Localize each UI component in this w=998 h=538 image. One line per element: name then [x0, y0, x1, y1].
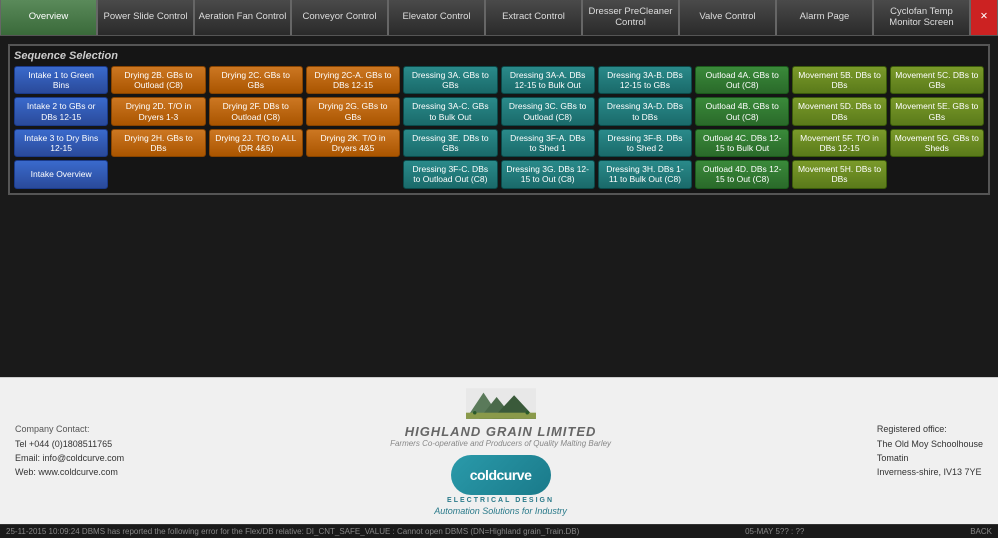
seq-dressing-3fc[interactable]: Dressing 3F-C. DBs to Outload Out (C8) [403, 160, 497, 188]
coldcurve-text: coldcurve [470, 467, 532, 483]
seq-dressing-3e[interactable]: Dressing 3E. DBs to GBs [403, 129, 497, 157]
highland-grain-name: HIGHLAND GRAIN LIMITED [390, 424, 611, 439]
nav-alarm[interactable]: Alarm Page [776, 0, 873, 35]
seq-dressing-3h[interactable]: Dressing 3H. DBs 1-11 to Bulk Out (C8) [598, 160, 692, 188]
highland-grain-icon [390, 386, 611, 424]
coldcurve-circle: coldcurve [451, 455, 551, 495]
nav-extract[interactable]: Extract Control [485, 0, 582, 35]
seq-outload-4b[interactable]: Outload 4B. GBs to Out (C8) [695, 97, 789, 125]
coldcurve-logo: coldcurve ELECTRICAL DESIGN Automation S… [434, 455, 567, 516]
coldcurve-sub: Automation Solutions for Industry [434, 506, 567, 516]
seq-dressing-3ac[interactable]: Dressing 3A-C. GBs to Bulk Out [403, 97, 497, 125]
seq-outload-4c[interactable]: Outload 4C. DBs 12-15 to Bulk Out [695, 129, 789, 157]
seq-drying-2ca[interactable]: Drying 2C-A. GBs to DBs 12-15 [306, 66, 400, 94]
seq-drying-2k[interactable]: Drying 2K. T/O in Dryers 4&5 [306, 129, 400, 157]
status-left: 25-11-2015 10:09:24 DBMS has reported th… [6, 527, 579, 536]
seq-dressing-3g[interactable]: Dressing 3G. DBs 12-15 to Out (C8) [501, 160, 595, 188]
seq-movement-5e[interactable]: Movement 5E. GBs to GBs [890, 97, 984, 125]
seq-intake2[interactable]: Intake 2 to GBs or DBs 12-15 [14, 97, 108, 125]
seq-drying-2b[interactable]: Drying 2B. GBs to Outload (C8) [111, 66, 205, 94]
sequence-panel: Sequence Selection Intake 1 to Green Bin… [8, 44, 990, 195]
seq-drying-2d[interactable]: Drying 2D. T/O in Dryers 1-3 [111, 97, 205, 125]
sequence-grid: Intake 1 to Green Bins Drying 2B. GBs to… [14, 66, 984, 189]
email-info: Email: info@coldcurve.com [15, 451, 124, 465]
center-logo-area: HIGHLAND GRAIN LIMITED Farmers Co-operat… [390, 386, 611, 516]
status-right[interactable]: BACK [970, 527, 992, 536]
seq-empty-4 [890, 160, 984, 188]
status-middle: 05-MAY 5?? : ?? [745, 527, 804, 536]
seq-intake3[interactable]: Intake 3 to Dry Bins 12-15 [14, 129, 108, 157]
nav-conveyor[interactable]: Conveyor Control [291, 0, 388, 35]
contact-label: Company Contact: [15, 422, 124, 436]
sequence-title: Sequence Selection [14, 50, 984, 62]
address-line3: Inverness-shire, IV13 7YE [877, 465, 983, 479]
nav-close-button[interactable]: ✕ [970, 0, 998, 35]
seq-outload-4a[interactable]: Outload 4A. GBs to Out (C8) [695, 66, 789, 94]
web-info: Web: www.coldcurve.com [15, 465, 124, 479]
seq-empty-1 [111, 160, 205, 188]
seq-drying-2j[interactable]: Drying 2J. T/O to ALL (DR 4&5) [209, 129, 303, 157]
nav-valve[interactable]: Valve Control [679, 0, 776, 35]
seq-drying-2h[interactable]: Drying 2H. GBs to DBs [111, 129, 205, 157]
top-navigation: Overview Power Slide Control Aeration Fa… [0, 0, 998, 36]
highland-grain-logo-area: HIGHLAND GRAIN LIMITED Farmers Co-operat… [390, 386, 611, 448]
nav-elevator[interactable]: Elevator Control [388, 0, 485, 35]
seq-movement-5f[interactable]: Movement 5F. T/O in DBs 12-15 [792, 129, 886, 157]
main-area: Sequence Selection Intake 1 to Green Bin… [0, 36, 998, 538]
tel-info: Tel +044 (0)1808511765 [15, 437, 124, 451]
nav-overview[interactable]: Overview [0, 0, 97, 35]
seq-intake1-green-bins[interactable]: Intake 1 to Green Bins [14, 66, 108, 94]
registered-label: Registered office: [877, 422, 983, 436]
seq-dressing-3ad[interactable]: Dressing 3A-D. DBs to DBs [598, 97, 692, 125]
registered-office: Registered office: The Old Moy Schoolhou… [877, 422, 983, 480]
company-contact: Company Contact: Tel +044 (0)1808511765 … [15, 422, 124, 480]
seq-drying-2c[interactable]: Drying 2C. GBs to GBs [209, 66, 303, 94]
seq-outload-4d[interactable]: Outload 4D. DBs 12-15 to Out (C8) [695, 160, 789, 188]
highland-grain-sub: Farmers Co-operative and Producers of Qu… [390, 439, 611, 448]
seq-movement-5b[interactable]: Movement 5B. DBs to DBs [792, 66, 886, 94]
seq-intake-overview[interactable]: Intake Overview [14, 160, 108, 188]
seq-dressing-3ab[interactable]: Dressing 3A-B. DBs 12-15 to GBs [598, 66, 692, 94]
seq-dressing-3aa[interactable]: Dressing 3A-A. DBs 12-15 to Bulk Out [501, 66, 595, 94]
seq-dressing-3c[interactable]: Dressing 3C. GBs to Outload (C8) [501, 97, 595, 125]
seq-empty-2 [209, 160, 303, 188]
seq-dressing-3fa[interactable]: Dressing 3F-A. DBs to Shed 1 [501, 129, 595, 157]
seq-movement-5c[interactable]: Movement 5C. DBs to GBs [890, 66, 984, 94]
seq-dressing-3a[interactable]: Dressing 3A. GBs to GBs [403, 66, 497, 94]
nav-power-slide[interactable]: Power Slide Control [97, 0, 194, 35]
seq-dressing-3fb[interactable]: Dressing 3F-B. DBs to Shed 2 [598, 129, 692, 157]
seq-empty-3 [306, 160, 400, 188]
address-line1: The Old Moy Schoolhouse [877, 437, 983, 451]
nav-dresser[interactable]: Dresser PreCleaner Control [582, 0, 679, 35]
info-area: Company Contact: Tel +044 (0)1808511765 … [0, 377, 998, 524]
nav-cyclofan[interactable]: Cyclofan Temp Monitor Screen [873, 0, 970, 35]
status-bar: 25-11-2015 10:09:24 DBMS has reported th… [0, 524, 998, 538]
seq-movement-5d[interactable]: Movement 5D. DBs to DBs [792, 97, 886, 125]
coldcurve-tagline: ELECTRICAL DESIGN [447, 497, 554, 504]
seq-drying-2f[interactable]: Drying 2F. DBs to Outload (C8) [209, 97, 303, 125]
seq-movement-5g[interactable]: Movement 5G. GBs to Sheds [890, 129, 984, 157]
address-line2: Tomatin [877, 451, 983, 465]
seq-drying-2g[interactable]: Drying 2G. GBs to GBs [306, 97, 400, 125]
nav-aeration-fan[interactable]: Aeration Fan Control [194, 0, 291, 35]
seq-movement-5h[interactable]: Movement 5H. DBs to DBs [792, 160, 886, 188]
